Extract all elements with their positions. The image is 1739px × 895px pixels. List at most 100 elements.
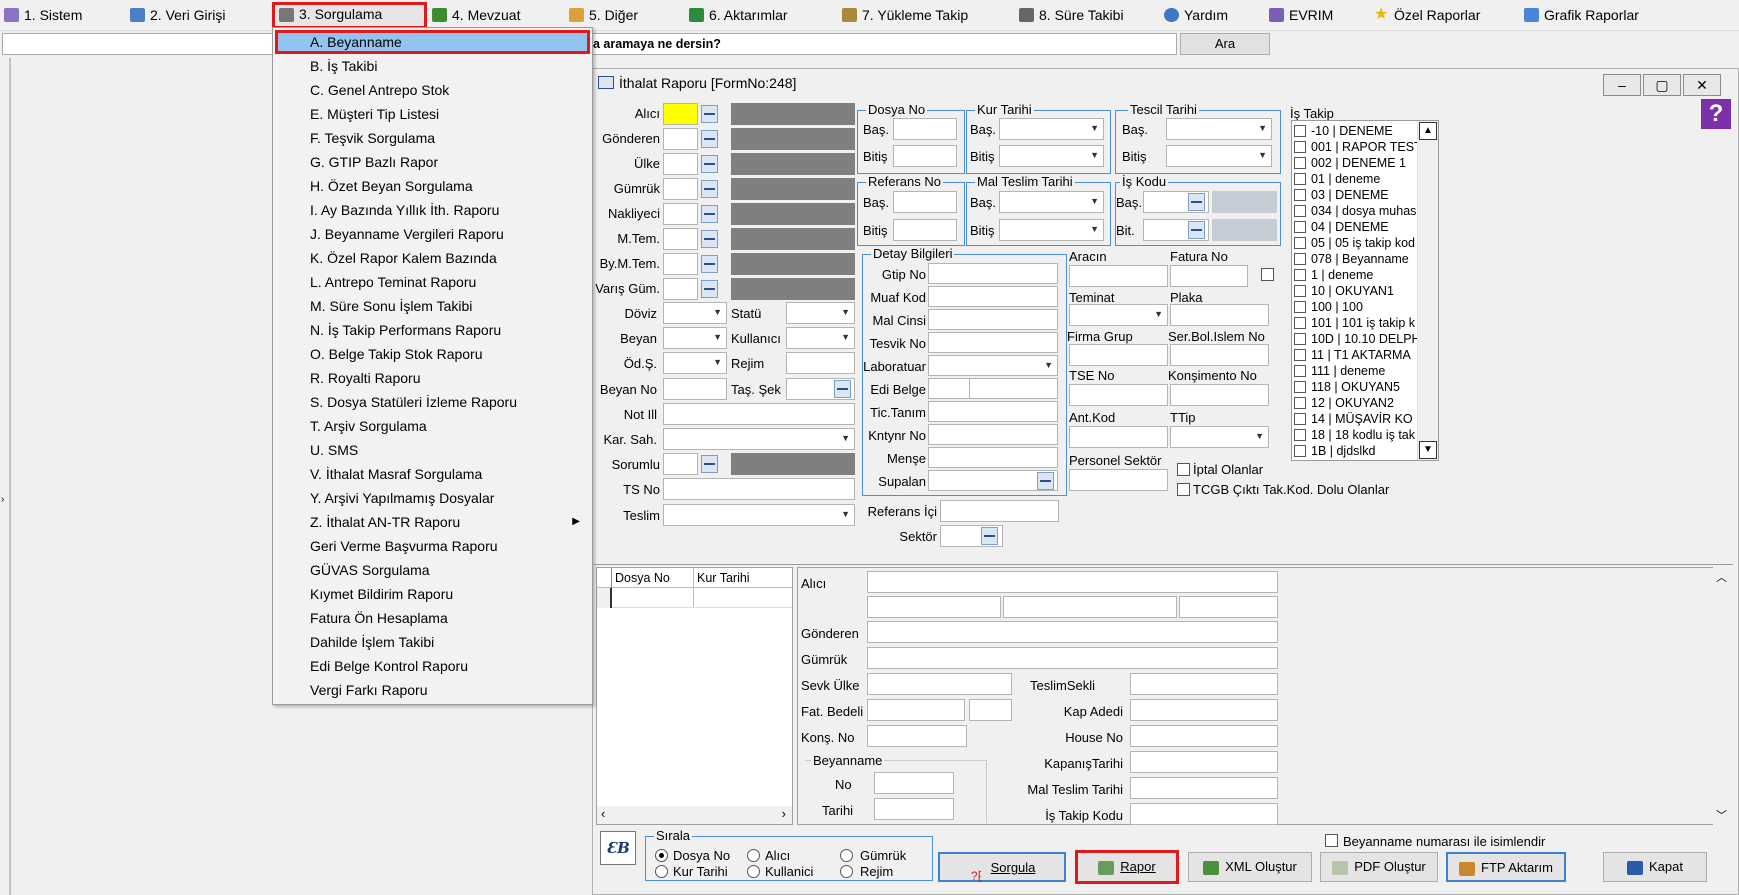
list-item-checkbox[interactable] bbox=[1294, 413, 1306, 425]
sorumlu-lookup-button[interactable] bbox=[701, 455, 718, 473]
list-item[interactable]: 118 | OKUYAN5 bbox=[1294, 379, 1400, 395]
alici-code-input[interactable] bbox=[663, 103, 698, 125]
dropdown-item[interactable]: V. İthalat Masraf Sorgulama bbox=[275, 462, 590, 486]
not-ill-input[interactable] bbox=[663, 403, 855, 425]
detail-gonderen-input[interactable] bbox=[867, 621, 1278, 643]
list-item-checkbox[interactable] bbox=[1294, 141, 1306, 153]
help-question-icon[interactable]: ? bbox=[1701, 99, 1731, 129]
detail-beyanname-tarihi-input[interactable] bbox=[874, 798, 954, 820]
scroll-down-icon[interactable]: ▼ bbox=[1419, 441, 1437, 459]
list-item[interactable]: 078 | Beyanname bbox=[1294, 251, 1409, 267]
bymtem-code-input[interactable] bbox=[663, 253, 698, 275]
kur-tarihi-bitis-select[interactable] bbox=[999, 145, 1104, 167]
expand-arrow-icon[interactable]: › bbox=[1, 494, 4, 505]
menu-sistem[interactable]: 1. Sistem bbox=[0, 3, 82, 27]
mal-teslim-bitis-select[interactable] bbox=[999, 219, 1104, 241]
gumruk-lookup-button[interactable] bbox=[701, 180, 718, 198]
detail-gumruk-input[interactable] bbox=[867, 647, 1278, 669]
dropdown-item[interactable]: O. Belge Takip Stok Raporu bbox=[275, 342, 590, 366]
list-item-checkbox[interactable] bbox=[1294, 269, 1306, 281]
dosya-grid[interactable]: Dosya No Kur Tarihi ‹ › bbox=[596, 567, 793, 825]
list-item-checkbox[interactable] bbox=[1294, 317, 1306, 329]
dropdown-item[interactable]: Dahilde İşlem Takibi bbox=[275, 630, 590, 654]
teslim-select[interactable] bbox=[663, 504, 855, 526]
menu-sure-takibi[interactable]: 8. Süre Takibi bbox=[1015, 3, 1124, 27]
scroll-left-icon[interactable]: ‹ bbox=[601, 806, 605, 821]
ts-no-input[interactable] bbox=[663, 478, 855, 500]
list-item[interactable]: 11 | T1 AKTARMA bbox=[1294, 347, 1411, 363]
referans-ici-input[interactable] bbox=[940, 500, 1059, 522]
dropdown-item[interactable]: U. SMS bbox=[275, 438, 590, 462]
scroll-up-icon[interactable]: ▲ bbox=[1419, 122, 1437, 140]
sektor-lookup-button[interactable] bbox=[981, 527, 998, 545]
sort-kur-tarihi-radio[interactable] bbox=[655, 865, 668, 878]
detail-scrollbar[interactable]: ︿ ﹀ bbox=[1713, 567, 1731, 825]
dropdown-item[interactable]: Vergi Farkı Raporu bbox=[275, 678, 590, 702]
iptal-olanlar-checkbox[interactable] bbox=[1177, 463, 1190, 476]
gonderen-lookup-button[interactable] bbox=[701, 130, 718, 148]
menu-veri-girisi[interactable]: 2. Veri Girişi bbox=[126, 3, 225, 27]
detail-house-no-input[interactable] bbox=[1130, 725, 1278, 747]
dropdown-item[interactable]: Geri Verme Başvurma Raporu bbox=[275, 534, 590, 558]
dropdown-item[interactable]: M. Süre Sonu İşlem Takibi bbox=[275, 294, 590, 318]
mtem-code-input[interactable] bbox=[663, 228, 698, 250]
detay-input[interactable] bbox=[928, 401, 1058, 422]
ulke-code-input[interactable] bbox=[663, 153, 698, 175]
table-row[interactable] bbox=[597, 588, 792, 608]
nakliyeci-code-input[interactable] bbox=[663, 203, 698, 225]
ftp-aktarim-button[interactable]: FTP Aktarım bbox=[1446, 852, 1566, 882]
gumruk-code-input[interactable] bbox=[663, 178, 698, 200]
list-item[interactable]: 10D | 10.10 DELPH bbox=[1294, 331, 1421, 347]
dropdown-item[interactable]: I. Ay Bazında Yıllık İth. Raporu bbox=[275, 198, 590, 222]
detail-alici-sub1[interactable] bbox=[867, 596, 1001, 618]
detay-input[interactable] bbox=[928, 332, 1058, 353]
detay-input[interactable] bbox=[928, 263, 1058, 284]
referans-no-bitis-input[interactable] bbox=[893, 219, 957, 241]
list-item-checkbox[interactable] bbox=[1294, 189, 1306, 201]
detail-is-takip-kodu-input[interactable] bbox=[1130, 803, 1278, 825]
doviz-select[interactable] bbox=[663, 302, 727, 324]
search-button[interactable]: Ara bbox=[1180, 33, 1270, 55]
scroll-down-icon[interactable]: ﹀ bbox=[1716, 807, 1727, 823]
list-item[interactable]: 14 | MÜŞAVİR KO bbox=[1294, 411, 1413, 427]
kar-sah-select[interactable] bbox=[663, 428, 855, 450]
dropdown-item[interactable]: A. Beyanname bbox=[275, 30, 590, 54]
detail-mal-teslim-tarihi-input[interactable] bbox=[1130, 777, 1278, 799]
minimize-button[interactable]: – bbox=[1603, 74, 1641, 96]
list-item[interactable]: 03 | DENEME bbox=[1294, 187, 1389, 203]
detail-alici-sub2[interactable] bbox=[1003, 596, 1177, 618]
nakliyeci-lookup-button[interactable] bbox=[701, 205, 718, 223]
list-item[interactable]: 111 | deneme bbox=[1294, 363, 1385, 379]
menu-evrim[interactable]: EVRIM bbox=[1265, 3, 1333, 27]
list-item-checkbox[interactable] bbox=[1294, 253, 1306, 265]
sort-dosya-no-radio[interactable] bbox=[655, 849, 668, 862]
menu-sorgulama[interactable]: 3. Sorgulama bbox=[272, 2, 427, 29]
fatura-no-input[interactable] bbox=[1170, 265, 1248, 287]
dropdown-item[interactable]: Fatura Ön Hesaplama bbox=[275, 606, 590, 630]
detail-fat-bedeli-input[interactable] bbox=[867, 699, 965, 721]
list-item[interactable]: 12 | OKUYAN2 bbox=[1294, 395, 1394, 411]
is-kodu-bit-lookup-button[interactable] bbox=[1188, 221, 1205, 239]
sorumlu-code-input[interactable] bbox=[663, 453, 698, 475]
detay-input[interactable] bbox=[928, 355, 1058, 376]
ulke-lookup-button[interactable] bbox=[701, 155, 718, 173]
detail-beyanname-no-input[interactable] bbox=[874, 772, 954, 794]
kur-tarihi-bas-select[interactable] bbox=[999, 118, 1104, 140]
tcgb-checkbox[interactable] bbox=[1177, 483, 1190, 496]
list-item-checkbox[interactable] bbox=[1294, 205, 1306, 217]
dosya-no-bas-input[interactable] bbox=[893, 118, 957, 140]
dropdown-item[interactable]: Y. Arşivi Yapılmamış Dosyalar bbox=[275, 486, 590, 510]
alici-lookup-button[interactable] bbox=[701, 105, 718, 123]
is-kodu-bas-lookup-button[interactable] bbox=[1188, 193, 1205, 211]
grid-col-kur-tarihi[interactable]: Kur Tarihi bbox=[697, 571, 750, 585]
list-item[interactable]: 002 | DENEME 1 bbox=[1294, 155, 1406, 171]
fatura-checkbox[interactable] bbox=[1261, 268, 1274, 281]
dropdown-item[interactable]: F. Teşvik Sorgulama bbox=[275, 126, 590, 150]
dropdown-item[interactable]: E. Müşteri Tip Listesi bbox=[275, 102, 590, 126]
dropdown-item[interactable]: T. Arşiv Sorgulama bbox=[275, 414, 590, 438]
varisgum-lookup-button[interactable] bbox=[701, 280, 718, 298]
list-item-checkbox[interactable] bbox=[1294, 157, 1306, 169]
dropdown-item[interactable]: B. İş Takibi bbox=[275, 54, 590, 78]
list-item-checkbox[interactable] bbox=[1294, 429, 1306, 441]
list-item-checkbox[interactable] bbox=[1294, 173, 1306, 185]
